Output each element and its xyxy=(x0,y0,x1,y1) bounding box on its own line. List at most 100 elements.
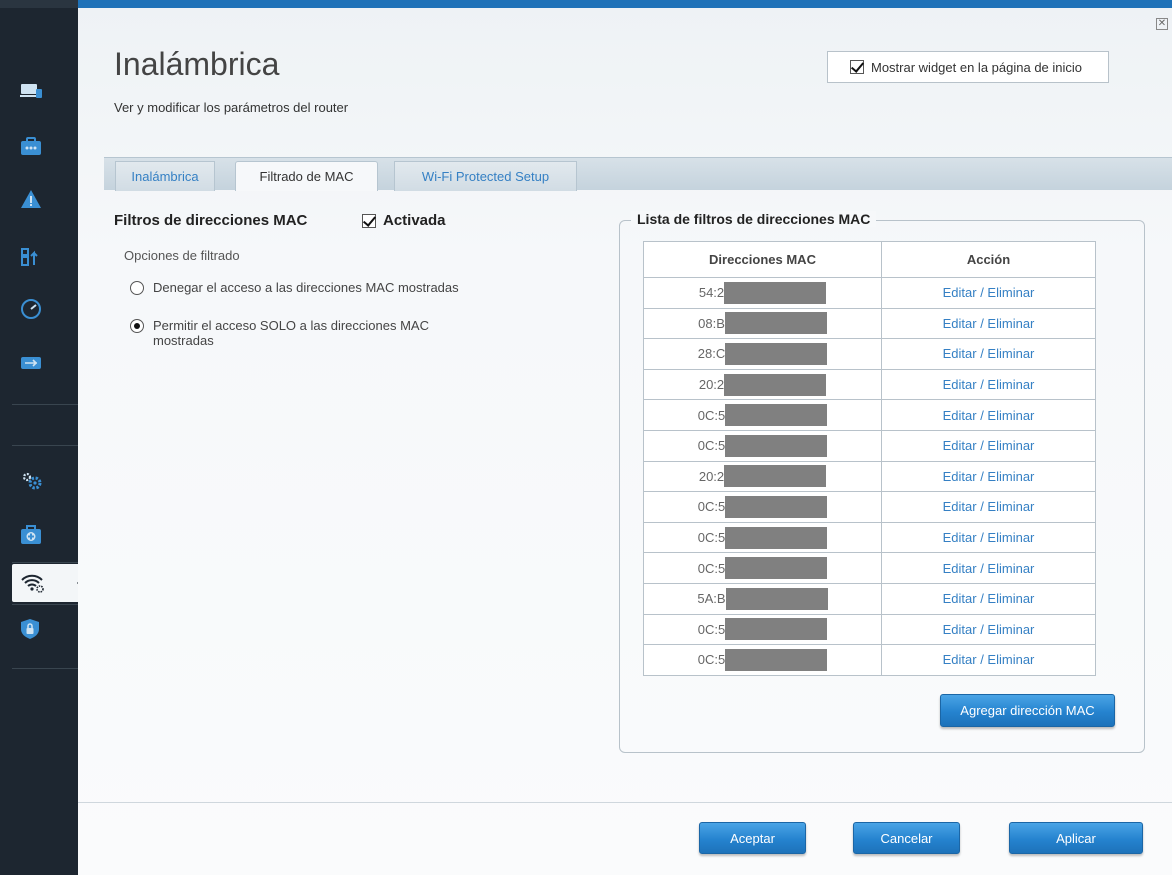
edit-delete-link[interactable]: Editar / Eliminar xyxy=(943,499,1035,514)
redaction-block xyxy=(725,342,828,365)
tab-wireless[interactable]: Inalámbrica xyxy=(115,161,215,191)
mac-address-text: 20:2 xyxy=(698,377,725,393)
mac-address-cell: 0C:5 xyxy=(643,491,882,523)
top-accent-bar xyxy=(78,0,1172,8)
show-widget-toggle[interactable]: Mostrar widget en la página de inicio xyxy=(827,51,1109,83)
action-cell: Editar / Eliminar xyxy=(881,277,1096,309)
action-cell: Editar / Eliminar xyxy=(881,460,1096,493)
action-cell: Editar / Eliminar xyxy=(881,338,1096,370)
edit-delete-link[interactable]: Editar / Eliminar xyxy=(943,561,1035,576)
accept-button[interactable]: Aceptar xyxy=(699,822,806,854)
edit-delete-link[interactable]: Editar / Eliminar xyxy=(943,652,1035,667)
mac-address-cell: 0C:5 xyxy=(643,613,882,646)
radio-deny-option[interactable]: Denegar el acceso a las direcciones MAC … xyxy=(130,280,459,295)
redaction-block xyxy=(725,404,828,427)
close-icon[interactable]: ✕ xyxy=(1156,18,1168,30)
guest-icon xyxy=(21,137,41,155)
radio-allow-option[interactable]: Permitir el acceso SOLO a las direccione… xyxy=(130,318,490,348)
column-header-mac: Direcciones MAC xyxy=(643,241,882,278)
tab-mac-filtering[interactable]: Filtrado de MAC xyxy=(235,161,378,191)
mac-address: 5A:B xyxy=(697,587,828,610)
mac-address: 0C:5 xyxy=(698,618,828,641)
apply-button[interactable]: Aplicar xyxy=(1009,822,1143,854)
mac-address-cell: 5A:B xyxy=(643,582,882,615)
radio-deny[interactable] xyxy=(130,281,144,295)
action-cell: Editar / Eliminar xyxy=(881,307,1096,340)
sidebar-item-connectivity[interactable] xyxy=(12,462,78,500)
mac-filters-enabled[interactable]: Activada xyxy=(362,212,446,229)
warning-icon xyxy=(21,190,41,208)
mac-address-cell: 54:2 xyxy=(643,277,882,309)
sidebar-item-media-prioritization[interactable] xyxy=(12,238,78,276)
sidebar-separator xyxy=(12,562,78,563)
redaction-block xyxy=(724,373,827,396)
speedometer-icon xyxy=(21,299,41,319)
mac-address: 20:2 xyxy=(698,465,827,488)
mac-filters-title: Filtros de direcciones MAC xyxy=(114,212,308,229)
gears-icon xyxy=(22,472,42,490)
table-row: 0C:5 Editar / Eliminar xyxy=(643,429,1096,462)
usb-icon xyxy=(21,357,41,369)
devices-icon xyxy=(20,84,42,98)
shield-icon xyxy=(21,619,39,639)
table-row: 20:2 Editar / Eliminar xyxy=(643,460,1096,493)
main-panel: ✕ Inalámbrica Ver y modificar los paráme… xyxy=(78,0,1172,875)
edit-delete-link[interactable]: Editar / Eliminar xyxy=(943,346,1035,361)
mac-address: 0C:5 xyxy=(698,557,828,580)
edit-delete-link[interactable]: Editar / Eliminar xyxy=(943,591,1035,606)
action-cell: Editar / Eliminar xyxy=(881,644,1096,676)
sidebar-separator xyxy=(12,668,78,669)
action-cell: Editar / Eliminar xyxy=(881,552,1096,584)
mac-address-text: 08:B xyxy=(698,315,725,331)
mac-table: Direcciones MAC Acción 54:2 Editar / Elim… xyxy=(643,241,1096,676)
mac-address: 08:B xyxy=(698,312,827,335)
action-cell: Editar / Eliminar xyxy=(881,429,1096,462)
priority-icon xyxy=(21,248,38,266)
edit-delete-link[interactable]: Editar / Eliminar xyxy=(943,408,1035,423)
mac-address: 0C:5 xyxy=(697,648,828,671)
edit-delete-link[interactable]: Editar / Eliminar xyxy=(943,438,1035,453)
table-row: 0C:5 Editar / Eliminar xyxy=(643,491,1096,523)
sidebar-separator xyxy=(12,604,78,605)
edit-delete-link[interactable]: Editar / Eliminar xyxy=(943,285,1035,300)
mac-address-text: 20:2 xyxy=(698,468,725,484)
mac-address: 0C:5 xyxy=(698,526,828,549)
radio-allow[interactable] xyxy=(130,319,144,333)
edit-delete-link[interactable]: Editar / Eliminar xyxy=(943,469,1035,484)
sidebar-item-security[interactable] xyxy=(12,610,78,648)
footer-divider xyxy=(78,802,1172,803)
redaction-block xyxy=(724,465,827,488)
redaction-block xyxy=(725,526,828,549)
mac-filters-enabled-label: Activada xyxy=(383,212,446,229)
edit-delete-link[interactable]: Editar / Eliminar xyxy=(943,622,1035,637)
mac-address-cell: 0C:5 xyxy=(643,552,882,584)
mac-address-cell: 0C:5 xyxy=(643,521,882,554)
mac-address: 20:2 xyxy=(698,373,827,396)
sidebar-item-troubleshooting[interactable] xyxy=(12,516,78,554)
redaction-block xyxy=(725,618,828,641)
show-widget-checkbox[interactable] xyxy=(850,60,864,74)
table-row: 0C:5 Editar / Eliminar xyxy=(643,552,1096,584)
table-row: 5A:B Editar / Eliminar xyxy=(643,582,1096,615)
sidebar-item-usb-storage[interactable] xyxy=(12,344,78,382)
tab-wifi-protected-setup[interactable]: Wi-Fi Protected Setup xyxy=(394,161,577,191)
mac-address-text: 0C:5 xyxy=(697,407,726,423)
sidebar-item-devices[interactable] xyxy=(12,72,78,110)
action-cell: Editar / Eliminar xyxy=(881,613,1096,646)
edit-delete-link[interactable]: Editar / Eliminar xyxy=(943,530,1035,545)
edit-delete-link[interactable]: Editar / Eliminar xyxy=(943,316,1035,331)
cancel-button[interactable]: Cancelar xyxy=(853,822,960,854)
sidebar-item-guest-access[interactable] xyxy=(12,128,78,166)
mac-filters-enabled-checkbox[interactable] xyxy=(362,213,376,228)
table-row: 54:2 Editar / Eliminar xyxy=(643,277,1096,309)
mac-address-text: 0C:5 xyxy=(697,652,726,668)
radio-deny-label: Denegar el acceso a las direcciones MAC … xyxy=(153,280,459,295)
add-mac-button[interactable]: Agregar dirección MAC xyxy=(940,694,1115,727)
mac-address-text: 28:C xyxy=(697,346,726,362)
sidebar-item-wireless[interactable] xyxy=(12,564,84,602)
mac-address: 28:C xyxy=(697,342,828,365)
edit-delete-link[interactable]: Editar / Eliminar xyxy=(943,377,1035,392)
sidebar-item-parental-controls[interactable] xyxy=(12,180,78,218)
mac-list-legend: Lista de filtros de direcciones MAC xyxy=(631,211,877,227)
sidebar-item-speed-test[interactable] xyxy=(12,290,78,328)
